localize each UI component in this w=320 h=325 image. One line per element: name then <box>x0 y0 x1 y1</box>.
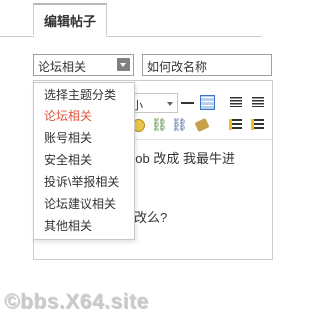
tab-edit-post[interactable]: 编辑帖子 <box>33 3 107 35</box>
ordered-list-icon[interactable] <box>229 117 245 133</box>
category-select[interactable]: 论坛相关 <box>33 54 134 76</box>
dropdown-option[interactable]: 选择主题分类 <box>44 85 116 105</box>
dropdown-option-selected[interactable]: 论坛相关 <box>44 106 92 126</box>
align-left-icon[interactable] <box>229 95 245 111</box>
horizontal-rule-icon[interactable] <box>180 95 196 111</box>
dropdown-option[interactable]: 投诉\举报相关 <box>44 172 119 192</box>
unlink-icon[interactable]: ⛓ <box>171 117 188 133</box>
category-dropdown: 选择主题分类 论坛相关 账号相关 安全相关 投诉\举报相关 论坛建议相关 其他相… <box>33 82 135 240</box>
align-center-icon[interactable] <box>251 95 267 111</box>
watermark: ©bbs.X64.site <box>4 290 149 313</box>
chevron-down-icon[interactable] <box>117 58 130 71</box>
tab-underline <box>34 35 106 37</box>
category-select-value: 论坛相关 <box>38 60 87 74</box>
table-icon[interactable] <box>200 95 215 110</box>
editor-body-line-2: 改么? <box>134 210 168 225</box>
subject-input[interactable]: 如何改名称 <box>142 54 272 76</box>
tab-edit-post-label: 编辑帖子 <box>43 13 96 29</box>
dropdown-option[interactable]: 论坛建议相关 <box>44 194 116 214</box>
clear-format-icon[interactable] <box>194 117 210 133</box>
unordered-list-icon[interactable] <box>251 117 267 133</box>
font-size-chevron-icon <box>167 102 173 106</box>
subject-input-value: 如何改名称 <box>147 60 208 74</box>
dropdown-option[interactable]: 其他相关 <box>44 216 92 236</box>
link-icon[interactable]: ⛓ <box>151 117 168 133</box>
dropdown-option[interactable]: 账号相关 <box>44 128 92 148</box>
tab-bar: 编辑帖子 <box>0 0 262 37</box>
dropdown-option[interactable]: 安全相关 <box>44 150 92 170</box>
